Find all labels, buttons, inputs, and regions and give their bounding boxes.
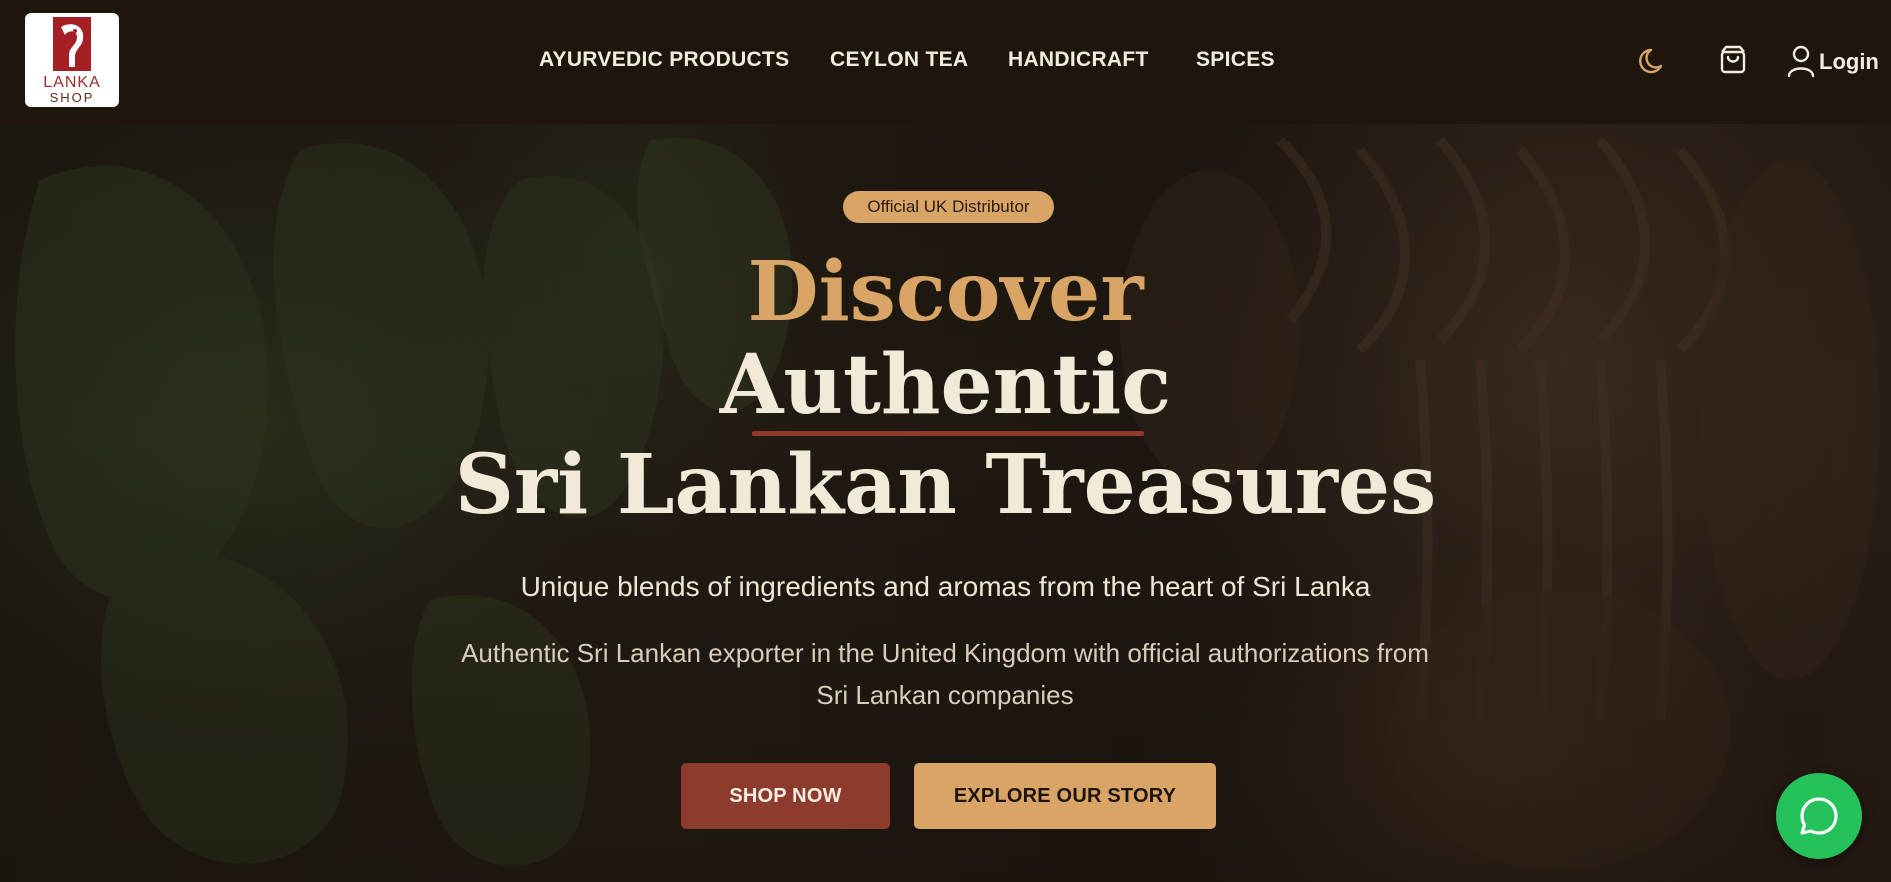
heading-underline (752, 431, 1144, 436)
nav-item-handicraft[interactable]: HANDICRAFT (1008, 47, 1149, 73)
hero-tagline: Unique blends of ingredients and aromas … (520, 571, 1371, 602)
home-page: LANKA SHOP AYURVEDIC PRODUCTS CEYLON TEA… (0, 0, 1891, 882)
official-distributor-badge: Official UK Distributor (843, 191, 1054, 223)
hero-description: Authentic Sri Lankan exporter in the Uni… (461, 638, 1429, 710)
nav-item-spices[interactable]: SPICES (1196, 47, 1275, 73)
shopping-bag-icon (1720, 45, 1746, 74)
explore-our-story-button[interactable]: EXPLORE OUR STORY (914, 763, 1216, 829)
logo-text-shop: SHOP (49, 90, 95, 105)
nav-item-ceylon-tea[interactable]: CEYLON TEA (830, 47, 968, 73)
whatsapp-chat-icon (1800, 797, 1838, 835)
elephant-logo-icon (53, 17, 91, 71)
cart-button[interactable] (1717, 44, 1749, 76)
heading-line-treasures: Sri Lankan Treasures (454, 437, 1437, 533)
whatsapp-chat-button[interactable] (1776, 773, 1862, 859)
lanka-shop-logo[interactable]: LANKA SHOP (25, 13, 119, 107)
logo-text-lanka: LANKA (43, 74, 101, 91)
theme-toggle-button[interactable] (1639, 44, 1671, 76)
shop-now-button[interactable]: SHOP NOW (681, 763, 890, 829)
login-label: Login (1819, 49, 1879, 74)
nav-item-ayurvedic-products[interactable]: AYURVEDIC PRODUCTS (539, 47, 789, 73)
moon-icon (1639, 48, 1663, 74)
heading-line-authentic: Authentic (719, 337, 1172, 433)
user-icon (1787, 45, 1815, 78)
heading-line-discover: Discover (747, 244, 1144, 340)
site-header: LANKA SHOP AYURVEDIC PRODUCTS CEYLON TEA… (0, 0, 1891, 124)
